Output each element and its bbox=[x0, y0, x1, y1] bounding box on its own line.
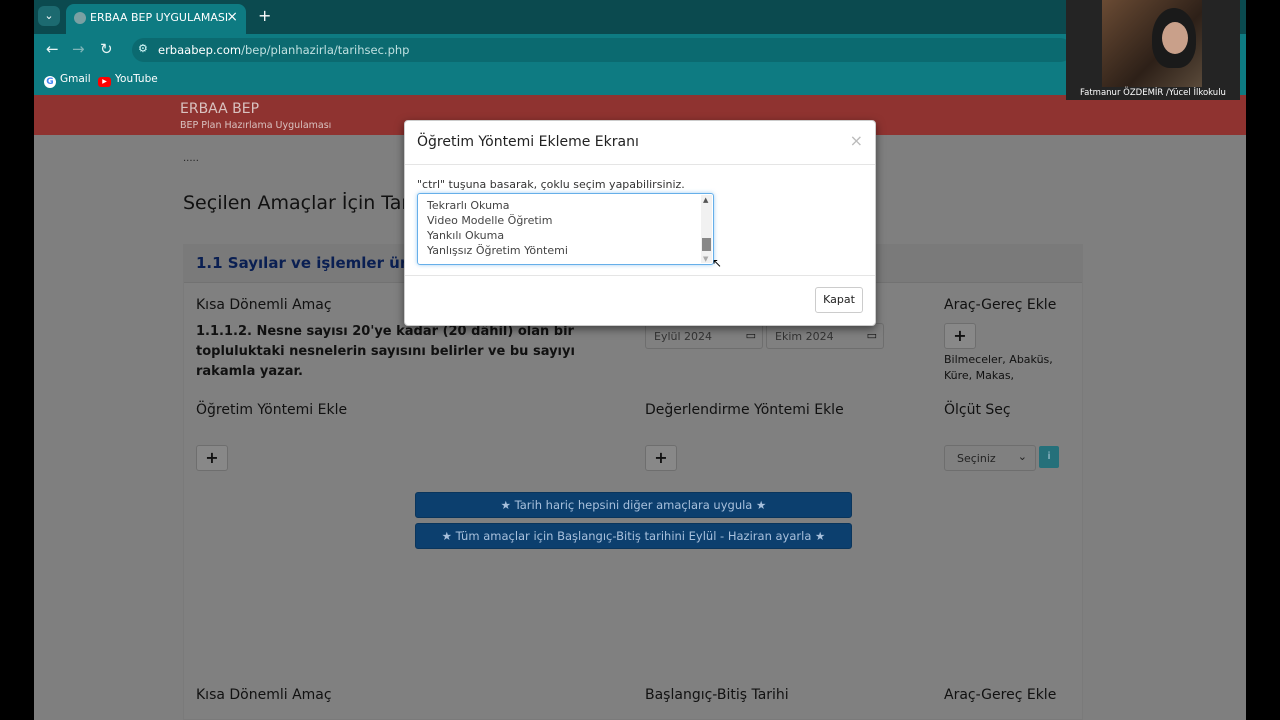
method-modal: Öğretim Yöntemi Ekleme Ekranı × "ctrl" t… bbox=[404, 120, 876, 326]
tab-title: ERBAA BEP UYGULAMASI bbox=[90, 11, 229, 24]
add-materials-button[interactable]: + bbox=[944, 323, 976, 349]
bookmark-gmail[interactable]: G Gmail bbox=[44, 73, 91, 88]
materials-label-2: Araç-Gereç Ekle bbox=[944, 687, 1057, 703]
close-button[interactable]: Kapat bbox=[815, 287, 863, 313]
calendar-icon[interactable]: ▭ bbox=[867, 329, 877, 342]
start-date-input[interactable]: Eylül 2024 ▭ bbox=[645, 323, 763, 349]
forward-icon[interactable]: → bbox=[72, 40, 85, 58]
list-item[interactable]: Tekrarlı Okuma bbox=[427, 199, 510, 212]
google-icon: G bbox=[44, 76, 56, 88]
participant-video bbox=[1102, 0, 1202, 87]
mouse-cursor-icon: ↖ bbox=[712, 256, 723, 270]
bookmark-youtube[interactable]: ▶ YouTube bbox=[98, 73, 158, 87]
browser-window: ⌄ ERBAA BEP UYGULAMASI × + ← → ↻ ⚙ erbaa… bbox=[34, 0, 1246, 720]
address-bar[interactable]: ⚙ erbaabep.com/bep/planhazirla/tarihsec.… bbox=[132, 38, 1072, 62]
site-info-icon[interactable]: ⚙ bbox=[138, 42, 148, 55]
participant-name: Fatmanur ÖZDEMİR /Yücel İlkokulu bbox=[1080, 88, 1226, 98]
back-icon[interactable]: ← bbox=[46, 40, 59, 58]
close-tab-icon[interactable]: × bbox=[226, 9, 238, 25]
list-item[interactable]: Yanlışsız Öğretim Yöntemi bbox=[427, 244, 568, 257]
set-dates-button[interactable]: ★ Tüm amaçlar için Başlangıç-Bitiş tarih… bbox=[415, 523, 852, 549]
url-text: erbaabep.com/bep/planhazirla/tarihsec.ph… bbox=[158, 43, 410, 57]
apply-all-button[interactable]: ★ Tarih hariç hepsini diğer amaçlara uyg… bbox=[415, 492, 852, 518]
youtube-icon: ▶ bbox=[98, 77, 111, 87]
method-listbox[interactable]: · · · Tekrarlı Okuma Video Modelle Öğret… bbox=[417, 193, 714, 265]
criteria-select[interactable]: Seçiniz ⌄ bbox=[944, 445, 1036, 471]
site-subtitle: BEP Plan Hazırlama Uygulaması bbox=[180, 120, 332, 131]
new-tab-icon[interactable]: + bbox=[258, 6, 271, 25]
scroll-down-icon[interactable]: ▼ bbox=[703, 255, 708, 263]
site-name[interactable]: ERBAA BEP bbox=[180, 101, 259, 117]
chevron-down-icon: ⌄ bbox=[1017, 450, 1027, 463]
calendar-icon[interactable]: ▭ bbox=[746, 329, 756, 342]
materials-label: Araç-Gereç Ekle bbox=[944, 297, 1057, 313]
short-goal-label-2: Kısa Dönemli Amaç bbox=[196, 687, 332, 703]
close-icon[interactable]: × bbox=[850, 131, 863, 150]
list-item-partial[interactable]: · · · bbox=[427, 194, 444, 198]
page-title: Seçilen Amaçlar İçin Tarih bbox=[183, 192, 427, 214]
criteria-info-button[interactable]: i bbox=[1039, 446, 1059, 468]
criteria-label: Ölçüt Seç bbox=[944, 402, 1011, 418]
bookmarks-bar: G Gmail ▶ YouTube bbox=[34, 66, 1246, 95]
add-method-button[interactable]: + bbox=[196, 445, 228, 471]
tab-active[interactable]: ERBAA BEP UYGULAMASI × bbox=[66, 4, 246, 34]
short-goal-text: 1.1.1.2. Nesne sayısı 20'ye kadar (20 dâ… bbox=[196, 324, 575, 379]
unit-title: 1.1 Sayılar ve işlemler ünit bbox=[196, 254, 423, 272]
modal-footer-divider bbox=[405, 275, 875, 276]
listbox-scrollbar[interactable]: ▲ ▼ bbox=[701, 195, 712, 263]
tab-search-chevron-icon[interactable]: ⌄ bbox=[38, 6, 60, 26]
date-label-2: Başlangıç-Bitiş Tarihi bbox=[645, 687, 789, 703]
scroll-up-icon[interactable]: ▲ bbox=[703, 196, 708, 204]
evaluation-label: Değerlendirme Yöntemi Ekle bbox=[645, 402, 844, 418]
multi-select-hint: "ctrl" tuşuna basarak, çoklu seçim yapab… bbox=[417, 178, 685, 191]
end-date-input[interactable]: Ekim 2024 ▭ bbox=[766, 323, 884, 349]
video-call-thumbnail: Fatmanur ÖZDEMİR /Yücel İlkokulu bbox=[1066, 0, 1240, 100]
short-goal-label: Kısa Dönemli Amaç bbox=[196, 297, 332, 313]
materials-list: Bilmeceler, Abaküs, Küre, Makas, bbox=[944, 353, 1053, 382]
scroll-thumb[interactable] bbox=[702, 238, 711, 251]
list-item[interactable]: Yankılı Okuma bbox=[427, 229, 504, 242]
method-label: Öğretim Yöntemi Ekle bbox=[196, 402, 348, 418]
modal-divider bbox=[405, 164, 875, 165]
globe-icon bbox=[74, 12, 86, 24]
add-evaluation-button[interactable]: + bbox=[645, 445, 677, 471]
nav-bar: ← → ↻ ⚙ erbaabep.com/bep/planhazirla/tar… bbox=[34, 34, 1246, 66]
list-item[interactable]: Video Modelle Öğretim bbox=[427, 214, 552, 227]
participant-face bbox=[1162, 22, 1188, 54]
breadcrumb-dots: ..... bbox=[183, 153, 199, 164]
tab-bar: ⌄ ERBAA BEP UYGULAMASI × + bbox=[34, 0, 1246, 34]
reload-icon[interactable]: ↻ bbox=[100, 40, 113, 58]
modal-title: Öğretim Yöntemi Ekleme Ekranı bbox=[417, 134, 639, 150]
